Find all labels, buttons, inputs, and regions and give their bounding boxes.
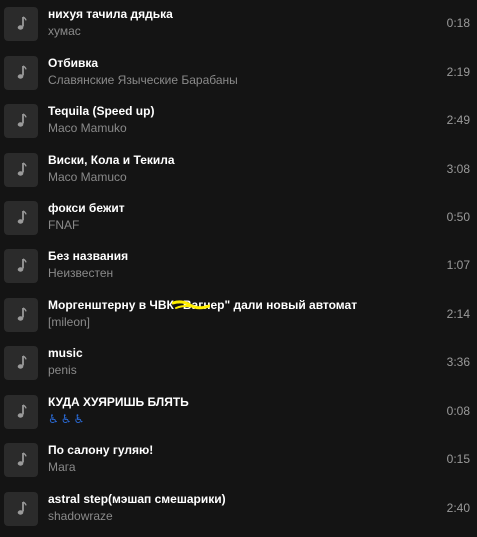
track-title[interactable]: Отбивка [48, 56, 98, 71]
track-cover[interactable] [4, 104, 38, 138]
track-artist[interactable]: Неизвестен [48, 266, 113, 281]
highlighter-scribble [172, 300, 210, 310]
track-cover[interactable] [4, 201, 38, 235]
track-artist[interactable]: Maco Mamuko [48, 121, 127, 136]
music-note-icon [17, 162, 27, 176]
music-note-icon [17, 307, 27, 321]
track-row[interactable]: фокси бежит FNAF 0:50 [0, 198, 477, 246]
music-note-icon [17, 113, 27, 127]
track-cover[interactable] [4, 443, 38, 477]
track-row[interactable]: нихуя тачила дядька хумас 0:18 [0, 4, 477, 52]
track-title[interactable]: По салону гуляю! [48, 443, 153, 458]
track-row[interactable]: Без названия Неизвестен 1:07 [0, 246, 477, 294]
track-duration: 3:08 [446, 162, 470, 176]
track-artist[interactable]: Maco Mamuco [48, 170, 127, 185]
music-note-icon [17, 258, 27, 272]
track-duration: 0:15 [446, 452, 470, 466]
track-cover[interactable] [4, 7, 38, 41]
track-duration: 2:40 [446, 501, 470, 515]
track-title[interactable]: КУДА ХУЯРИШЬ БЛЯТЬ [48, 395, 189, 410]
track-cover[interactable] [4, 395, 38, 429]
track-duration: 2:49 [446, 113, 470, 127]
track-artist[interactable]: [mileon] [48, 315, 90, 330]
track-cover[interactable] [4, 346, 38, 380]
track-row[interactable]: Моргенштерну в ЧВК "Вагнер" дали новый а… [0, 295, 477, 343]
track-artist[interactable]: хумас [48, 24, 81, 39]
track-duration: 0:18 [446, 16, 470, 30]
track-title[interactable]: music [48, 346, 83, 361]
track-title[interactable]: Виски, Кола и Текила [48, 153, 175, 168]
music-note-icon [17, 16, 27, 30]
music-note-icon [17, 65, 27, 79]
track-title[interactable]: фокси бежит [48, 201, 125, 216]
music-note-icon [17, 452, 27, 466]
music-note-icon [17, 210, 27, 224]
track-title[interactable]: Tequila (Speed up) [48, 104, 154, 119]
track-row[interactable]: Отбивка Славянские Языческие Барабаны 2:… [0, 53, 477, 101]
music-note-icon [17, 355, 27, 369]
track-artist[interactable]: Славянские Языческие Барабаны [48, 73, 238, 88]
track-artist[interactable]: FNAF [48, 218, 79, 233]
track-duration: 2:14 [446, 307, 470, 321]
track-row[interactable]: music penis 3:36 [0, 343, 477, 391]
track-cover[interactable] [4, 153, 38, 187]
track-row[interactable]: astral step(мэшап смешарики) shadowraze … [0, 489, 477, 537]
track-artist[interactable]: ♿♿♿ [48, 412, 86, 427]
track-artist[interactable]: Мага [48, 460, 76, 475]
track-duration: 0:08 [446, 404, 470, 418]
track-artist[interactable]: shadowraze [48, 509, 113, 524]
track-duration: 2:19 [446, 65, 470, 79]
track-duration: 0:50 [446, 210, 470, 224]
track-list: нихуя тачила дядька хумас 0:18 Отбивка С… [0, 0, 477, 533]
track-row[interactable]: По салону гуляю! Мага 0:15 [0, 440, 477, 488]
track-title[interactable]: Без названия [48, 249, 128, 264]
track-duration: 3:36 [446, 355, 470, 369]
track-cover[interactable] [4, 298, 38, 332]
track-row[interactable]: Виски, Кола и Текила Maco Mamuco 3:08 [0, 150, 477, 198]
track-row[interactable]: Tequila (Speed up) Maco Mamuko 2:49 [0, 101, 477, 149]
music-note-icon [17, 404, 27, 418]
track-cover[interactable] [4, 492, 38, 526]
track-cover[interactable] [4, 56, 38, 90]
track-duration: 1:07 [446, 258, 470, 272]
track-artist[interactable]: penis [48, 363, 77, 378]
music-note-icon [17, 501, 27, 515]
track-title[interactable]: astral step(мэшап смешарики) [48, 492, 226, 507]
track-cover[interactable] [4, 249, 38, 283]
track-title[interactable]: нихуя тачила дядька [48, 7, 173, 22]
track-row[interactable]: КУДА ХУЯРИШЬ БЛЯТЬ ♿♿♿ 0:08 [0, 392, 477, 440]
